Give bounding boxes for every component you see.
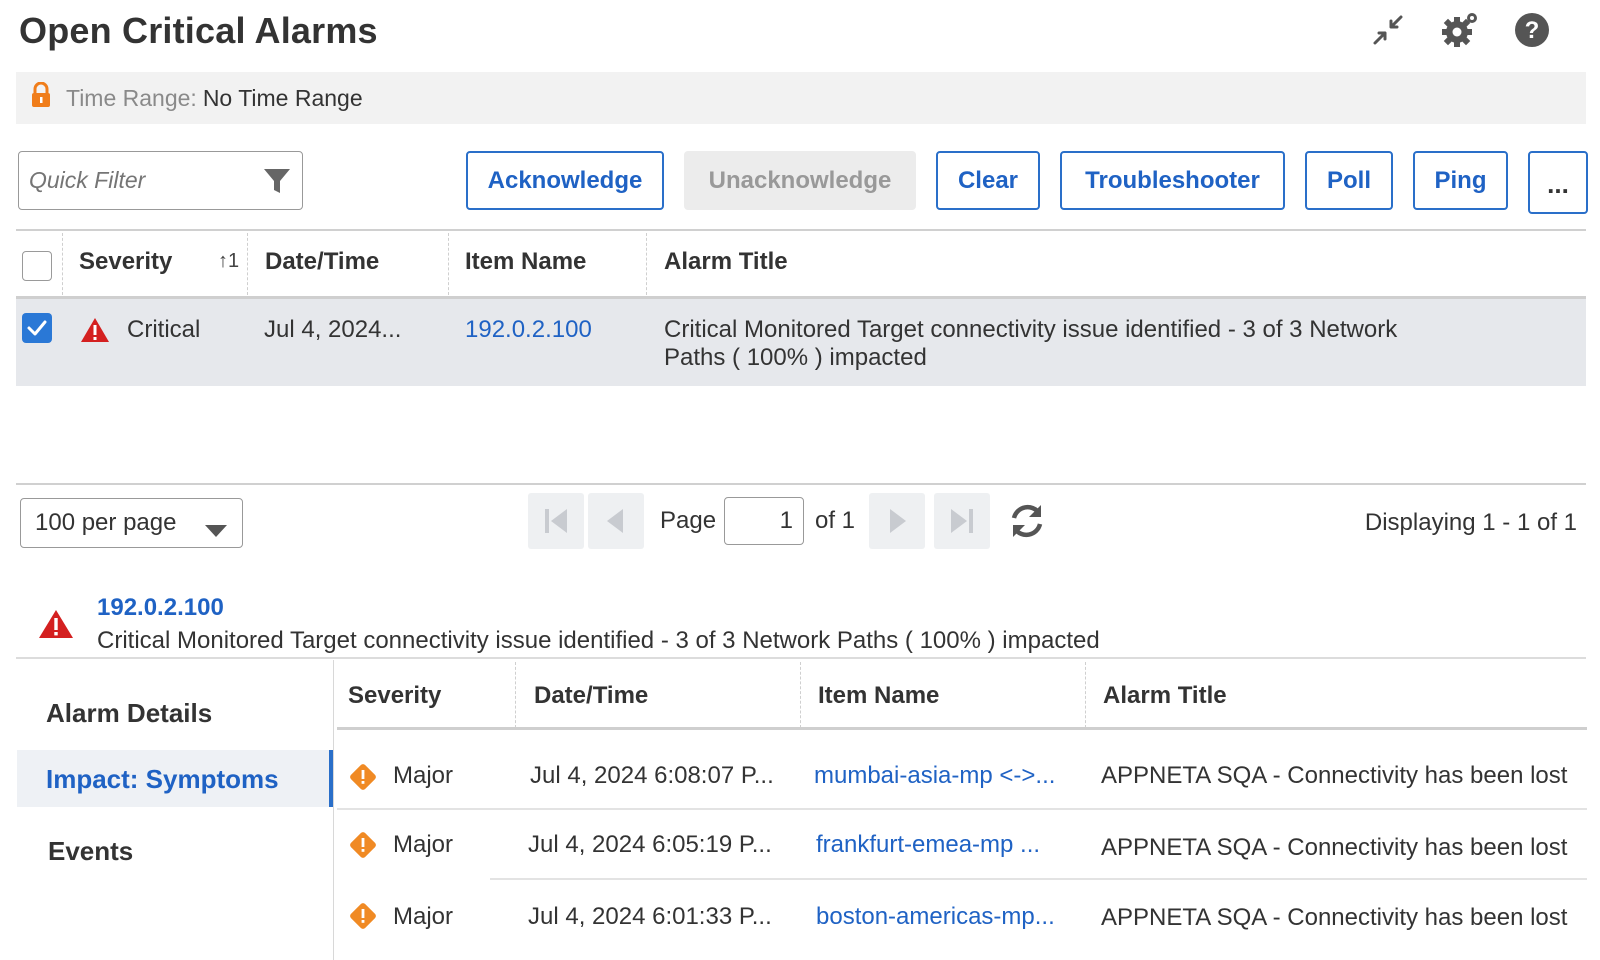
sub-row-severity: Major	[393, 831, 454, 858]
grid-top-border	[16, 229, 1586, 231]
previous-page-button[interactable]	[588, 493, 644, 549]
column-separator	[247, 233, 248, 295]
collapse-icon[interactable]	[1368, 10, 1408, 50]
column-separator	[515, 662, 516, 728]
refresh-icon[interactable]	[1006, 500, 1048, 542]
sub-column-header-datetime[interactable]: Date/Time	[534, 682, 648, 710]
time-range-label: Time Range:	[66, 84, 197, 111]
column-separator	[1085, 662, 1086, 728]
sub-row-severity: Major	[393, 903, 454, 930]
column-separator	[62, 233, 63, 295]
sub-row-alarm-title: APPNETA SQA - Connectivity has been lost	[1101, 904, 1568, 931]
sub-row-alarm-title: APPNETA SQA - Connectivity has been lost	[1101, 834, 1568, 861]
major-icon	[348, 901, 378, 936]
select-all-checkbox[interactable]	[22, 251, 52, 281]
nav-active-indicator	[329, 750, 333, 807]
time-range-value: No Time Range	[202, 84, 363, 111]
next-page-button[interactable]	[869, 493, 925, 549]
detail-item-name-link[interactable]: 192.0.2.100	[97, 594, 224, 622]
displaying-count: Displaying 1 - 1 of 1	[1364, 509, 1577, 536]
detail-alarm-title: Critical Monitored Target connectivity i…	[97, 627, 1100, 654]
row-alarm-title-line1: Critical Monitored Target connectivity i…	[664, 316, 1398, 343]
clear-button[interactable]: Clear	[936, 151, 1040, 210]
lock-icon	[30, 81, 52, 114]
last-page-button[interactable]	[934, 493, 990, 549]
sub-column-header-alarm-title[interactable]: Alarm Title	[1103, 682, 1227, 710]
sort-ascending-icon[interactable]: ↑1	[218, 250, 239, 273]
page-label: Page	[660, 507, 717, 534]
major-icon	[348, 830, 378, 865]
sub-row-datetime: Jul 4, 2024 6:05:19 P...	[528, 831, 772, 858]
quick-filter-input[interactable]	[18, 151, 303, 210]
row-datetime: Jul 4, 2024...	[264, 316, 402, 343]
gear-icon[interactable]	[1440, 10, 1480, 50]
major-icon	[348, 762, 378, 797]
help-icon[interactable]: ?	[1512, 10, 1552, 50]
column-header-alarm-title[interactable]: Alarm Title	[664, 248, 788, 276]
column-header-severity[interactable]: Severity	[79, 248, 172, 276]
row-divider	[337, 808, 1587, 810]
nav-item-alarm-details[interactable]: Alarm Details	[46, 698, 212, 729]
column-header-datetime[interactable]: Date/Time	[265, 248, 379, 276]
acknowledge-button[interactable]: Acknowledge	[466, 151, 664, 210]
filter-icon[interactable]	[262, 166, 292, 196]
sub-row-alarm-title: APPNETA SQA - Connectivity has been lost	[1101, 762, 1568, 789]
column-separator	[646, 233, 647, 295]
unacknowledge-button[interactable]: Unacknowledge	[684, 151, 916, 210]
first-page-button[interactable]	[528, 493, 584, 549]
critical-icon	[38, 608, 74, 645]
grid-bottom-border	[16, 483, 1586, 485]
nav-item-events[interactable]: Events	[48, 836, 133, 867]
row-checkbox[interactable]	[22, 313, 52, 343]
ping-button[interactable]: Ping	[1413, 151, 1508, 210]
sub-column-header-severity[interactable]: Severity	[348, 682, 441, 710]
row-divider	[490, 878, 1587, 880]
svg-text:?: ?	[1525, 17, 1540, 44]
sub-row-severity: Major	[393, 762, 454, 789]
time-range-bar: Time Range: No Time Range	[16, 72, 1586, 124]
row-alarm-title-line2: Paths ( 100% ) impacted	[664, 344, 927, 371]
detail-separator	[16, 657, 1586, 659]
column-separator	[448, 233, 449, 295]
column-header-item-name[interactable]: Item Name	[465, 248, 586, 276]
sub-row-datetime: Jul 4, 2024 6:08:07 P...	[530, 762, 774, 789]
sub-grid-header-border	[337, 727, 1587, 730]
per-page-value: 100 per page	[35, 509, 177, 536]
nav-item-impact-symptoms[interactable]: Impact: Symptoms	[46, 764, 279, 795]
row-item-name-link[interactable]: 192.0.2.100	[465, 316, 592, 344]
poll-button[interactable]: Poll	[1305, 151, 1393, 210]
sub-row-item-name-link[interactable]: frankfurt-emea-mp ...	[816, 831, 1040, 859]
sub-row-item-name-link[interactable]: boston-americas-mp...	[816, 903, 1055, 931]
per-page-select[interactable]: 100 per page	[20, 498, 243, 548]
sub-column-header-item-name[interactable]: Item Name	[818, 682, 939, 710]
sub-row-datetime: Jul 4, 2024 6:01:33 P...	[528, 903, 772, 930]
critical-icon	[80, 316, 110, 349]
more-actions-button[interactable]: ...	[1528, 151, 1588, 214]
column-separator	[800, 662, 801, 728]
chevron-down-icon	[204, 517, 228, 545]
row-severity: Critical	[127, 316, 201, 343]
page-title: Open Critical Alarms	[19, 10, 378, 51]
page-total-label: of 1	[815, 507, 856, 534]
page-number-input[interactable]	[724, 497, 804, 545]
troubleshooter-button[interactable]: Troubleshooter	[1060, 151, 1285, 210]
sub-row-item-name-link[interactable]: mumbai-asia-mp <->...	[814, 762, 1055, 790]
